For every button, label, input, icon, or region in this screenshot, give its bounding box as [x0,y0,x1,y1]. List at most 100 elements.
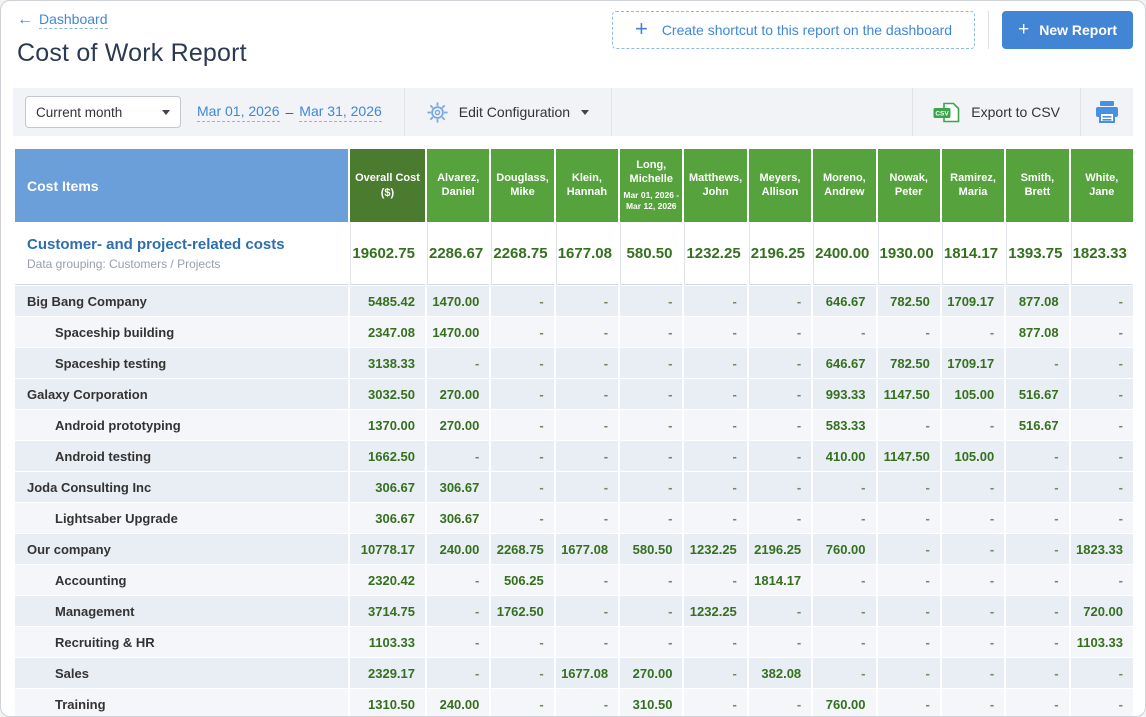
column-header-cost-items: Cost Items [15,149,348,222]
cost-item-label: Our company [15,534,348,564]
person-cost-cell: - [684,286,747,316]
person-cost-cell: - [748,441,812,471]
person-cost-cell: - [491,472,554,502]
new-report-button[interactable]: + New Report [1002,11,1133,49]
person-cost-cell: - [555,503,619,533]
person-cost-cell: - [1006,472,1069,502]
person-cost-cell: 2196.25 [748,534,812,564]
overall-cost-cell: 3032.50 [350,379,425,409]
person-cost-cell: - [1070,658,1133,688]
cost-item-label: Spaceship building [15,317,348,347]
person-cost-cell: - [877,534,940,564]
person-cost-cell: - [620,596,683,626]
person-cost-cell: - [1006,689,1069,716]
date-range-separator: – [285,104,294,120]
table-row: Recruiting & HR 1103.33- - - - - - - - - -1103.33 [15,627,1133,657]
person-cost-cell: - [491,689,554,716]
person-cost-cell: - [1070,410,1133,440]
person-cost-cell: - [941,503,1005,533]
person-cost-cell: - [491,286,554,316]
column-header-person: Klein, Hannah [555,149,619,222]
person-cost-cell: - [427,658,490,688]
person-cost-cell: - [491,317,554,347]
person-cost-cell: - [1006,658,1069,688]
person-cost-cell: - [555,596,619,626]
dashboard-back-link[interactable]: ← Dashboard [17,11,108,29]
person-cost-cell: - [877,317,940,347]
person-cost-cell: - [620,627,683,657]
person-cost-cell: 1147.50 [877,379,940,409]
person-cost-cell: - [427,565,490,595]
person-cost-cell: 1147.50 [877,441,940,471]
person-cost-cell: - [1006,565,1069,595]
person-cost-cell: 877.08 [1006,317,1069,347]
person-cost-cell: - [555,410,619,440]
person-cost-cell: - [620,503,683,533]
person-cost-cell: - [748,627,812,657]
print-button[interactable] [1081,88,1133,136]
person-cost-cell: - [427,348,490,378]
person-cost-cell: - [1070,472,1133,502]
edit-configuration-button[interactable]: Edit Configuration [405,88,611,136]
page-title: Cost of Work Report [17,39,247,67]
person-cost-cell: - [555,348,619,378]
column-header-person: Ramirez, Maria [941,149,1005,222]
person-cost-total: 1232.25 [684,223,747,285]
person-cost-cell: - [813,596,876,626]
table-header-row: Cost Items Overall Cost ($) Alvarez, Dan… [15,149,1133,222]
person-cost-cell: - [941,534,1005,564]
column-header-person: Long, Michelle Mar 01, 2026 - Mar 12, 202… [620,149,683,222]
person-cost-cell: - [1070,503,1133,533]
summary-title: Customer- and project-related costs [27,236,285,253]
person-cost-cell: - [684,410,747,440]
cost-item-label: Galaxy Corporation [15,379,348,409]
header-divider [988,11,990,49]
person-cost-cell: - [1006,596,1069,626]
person-cost-cell: - [491,379,554,409]
cost-item-label: Big Bang Company [15,286,348,316]
person-cost-cell: - [1070,565,1133,595]
person-cost-cell: - [877,689,940,716]
person-cost-cell: - [813,565,876,595]
new-report-label: New Report [1039,22,1117,38]
table-row: Galaxy Corporation 3032.50 270.00- - - - -993.… [15,379,1133,409]
person-cost-cell: - [1006,534,1069,564]
person-cost-cell: - [1006,348,1069,378]
date-from-link[interactable]: Mar 01, 2026 [197,103,280,122]
period-select[interactable]: Current month [25,96,181,128]
person-cost-cell: - [620,348,683,378]
date-to-link[interactable]: Mar 31, 2026 [299,103,382,122]
person-cost-cell: - [748,348,812,378]
person-cost-cell: - [620,410,683,440]
person-cost-cell: 410.00 [813,441,876,471]
person-cost-cell: 760.00 [813,689,876,716]
back-arrow-icon: ← [17,11,33,28]
person-cost-cell: - [491,627,554,657]
create-shortcut-button[interactable]: + Create shortcut to this report on the … [611,11,976,49]
person-cost-cell: - [877,503,940,533]
report-toolbar: Current month Mar 01, 2026 – Mar 31, 202… [13,88,1133,136]
overall-cost-cell: 306.67 [350,503,425,533]
export-csv-button[interactable]: CSV Export to CSV [913,88,1080,136]
edit-configuration-label: Edit Configuration [458,104,571,120]
person-cost-cell: - [555,286,619,316]
export-csv-label: Export to CSV [971,104,1060,120]
person-cost-cell: - [1006,503,1069,533]
person-cost-cell: - [941,596,1005,626]
person-cost-cell: 105.00 [941,379,1005,409]
overall-cost-cell: 2329.17 [350,658,425,688]
person-cost-cell: 782.50 [877,348,940,378]
person-cost-cell: 1709.17 [941,348,1005,378]
person-cost-cell: - [877,410,940,440]
summary-data-grouping: Data grouping: Customers / Projects [27,257,221,271]
table-row: Android testing 1662.50- - - - - -410.00 1147.5… [15,441,1133,471]
person-cost-cell: - [620,379,683,409]
header-left: ← Dashboard Cost of Work Report [17,9,247,68]
person-cost-total: 2196.25 [748,223,812,285]
person-cost-total: 1823.33 [1070,223,1133,285]
person-cost-cell: 1470.00 [427,286,490,316]
person-cost-cell: 1823.33 [1070,534,1133,564]
person-cost-cell: - [813,627,876,657]
person-cost-cell: - [555,565,619,595]
person-cost-cell: - [491,658,554,688]
